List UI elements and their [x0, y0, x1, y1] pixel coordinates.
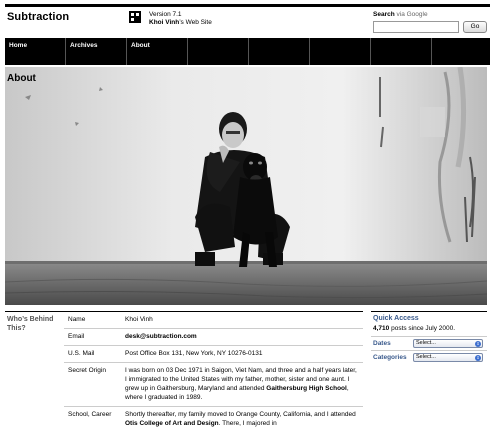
email-address[interactable]: desk@subtraction.com	[125, 333, 197, 340]
school-link[interactable]: Gaithersburg High School	[266, 385, 347, 392]
nav-about[interactable]: About	[127, 38, 188, 65]
nav-empty-slot	[249, 38, 310, 65]
categories-select[interactable]: Select... ⇕	[413, 353, 483, 362]
table-row: U.S. Mail Post Office Box 131, New York,…	[64, 345, 363, 362]
hero-photo	[5, 67, 487, 305]
dates-row: Dates Select... ⇕	[371, 336, 487, 349]
categories-select-value: Select...	[416, 354, 436, 360]
search-input[interactable]	[373, 21, 459, 33]
post-count: 4,710 posts since July 2000.	[373, 325, 455, 332]
search-label-bold: Search	[373, 11, 395, 18]
top-rule	[5, 4, 490, 7]
college-link[interactable]: Otis College of Art and Design	[125, 420, 219, 427]
page-title: About	[7, 73, 36, 84]
row-value: Post Office Box 131, New York, NY 10276-…	[125, 350, 263, 357]
email-link[interactable]: desk@subtraction.com	[125, 332, 363, 341]
post-count-number: 4,710	[373, 325, 390, 332]
table-row: Name Khoi Vinh	[64, 312, 363, 328]
subtraction-logo-icon[interactable]	[129, 11, 141, 23]
search-block: Search via Google Go	[373, 11, 488, 33]
search-label: Search via Google	[373, 11, 488, 18]
sidebar-rule	[371, 311, 487, 312]
nav-archives[interactable]: Archives	[66, 38, 127, 65]
site-title[interactable]: Subtraction	[7, 11, 69, 23]
dates-select-value: Select...	[416, 340, 436, 346]
nav-home[interactable]: Home	[5, 38, 66, 65]
row-key: School, Career	[68, 411, 112, 418]
table-row: Secret Origin I was born on 03 Dec 1971 …	[64, 362, 363, 406]
row-value-text: Shortly thereafter, my family moved to O…	[125, 411, 356, 418]
row-value: Khoi Vinh	[125, 316, 153, 323]
table-row: Email desk@subtraction.com	[64, 328, 363, 345]
quick-access-title: Quick Access	[373, 315, 419, 322]
select-arrow-icon: ⇕	[475, 355, 481, 361]
table-row: School, Career Shortly thereafter, my fa…	[64, 406, 363, 432]
post-count-suffix: posts since July 2000.	[389, 325, 456, 332]
bio-table: Name Khoi Vinh Email desk@subtraction.co…	[64, 312, 363, 432]
section-label: Who’s Behind This?	[7, 316, 54, 332]
categories-row: Categories Select... ⇕	[371, 350, 487, 363]
search-go-button[interactable]: Go	[463, 21, 487, 33]
nav-empty-slot	[310, 38, 371, 65]
dates-select[interactable]: Select... ⇕	[413, 339, 483, 348]
row-value: I was born on 03 Dec 1971 in Saigon, Vie…	[125, 366, 363, 402]
row-key: Name	[68, 316, 86, 323]
version-text: Version 7.1	[149, 11, 182, 18]
dates-label: Dates	[373, 340, 391, 347]
nav-empty-slot	[432, 38, 490, 65]
row-value-text: . There, I majored in	[218, 420, 277, 427]
row-key: U.S. Mail	[68, 350, 95, 357]
nav-empty-slot	[371, 38, 432, 65]
search-label-suffix: via Google	[394, 11, 428, 18]
nav-empty-slot	[188, 38, 249, 65]
author-suffix: ’s Web Site	[179, 19, 212, 26]
site-version: Version 7.1 Khoi Vinh’s Web Site	[149, 11, 212, 27]
row-key: Email	[68, 333, 85, 340]
row-value: Shortly thereafter, my family moved to O…	[125, 410, 363, 428]
author-name: Khoi Vinh	[149, 19, 180, 26]
select-arrow-icon: ⇕	[475, 341, 481, 347]
categories-label: Categories	[373, 354, 407, 361]
main-nav: Home Archives About	[5, 38, 490, 65]
row-key: Secret Origin	[68, 367, 106, 374]
author-line: Khoi Vinh’s Web Site	[149, 19, 212, 27]
